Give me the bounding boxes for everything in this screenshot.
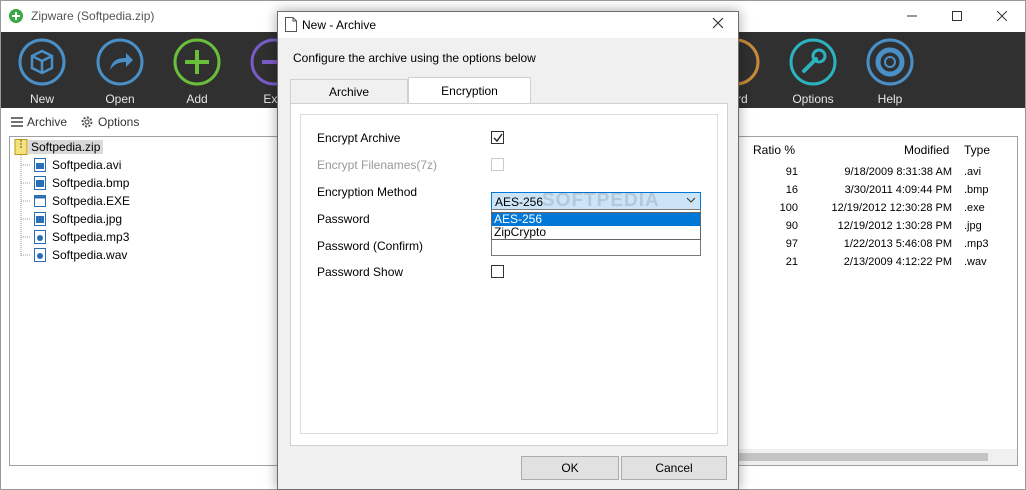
table-row[interactable]: 91 9/18/2009 8:31:38 AM .avi: [738, 164, 1018, 182]
watermark-text: SOFTPEDIA: [542, 190, 660, 211]
table-row[interactable]: 100 12/19/2012 12:30:28 PM .exe: [738, 200, 1018, 218]
password-label: Password: [317, 212, 370, 226]
wrench-icon: [789, 38, 837, 86]
options-menu[interactable]: Options: [80, 115, 139, 129]
close-icon[interactable]: [712, 17, 724, 29]
column-header-type[interactable]: Type: [964, 143, 990, 157]
tree-item[interactable]: Softpedia.EXE: [34, 192, 130, 210]
close-icon: [997, 11, 1007, 21]
table-row[interactable]: 97 1/22/2013 5:46:08 PM .mp3: [738, 236, 1018, 254]
table-row[interactable]: 16 3/30/2011 4:09:44 PM .bmp: [738, 182, 1018, 200]
dialog-title-bar: New - Archive: [278, 12, 738, 38]
cancel-button[interactable]: Cancel: [621, 456, 727, 480]
add-button[interactable]: Add: [167, 38, 227, 106]
encryption-method-dropdown: AES-256 ZipCrypto: [491, 212, 701, 240]
maximize-button[interactable]: [942, 5, 972, 27]
open-button[interactable]: Open: [90, 38, 150, 106]
audio-file-icon: [34, 248, 46, 262]
options-button[interactable]: Options: [783, 38, 843, 106]
maximize-icon: [952, 11, 962, 21]
password-confirm-label: Password (Confirm): [317, 239, 424, 253]
encrypt-filenames-checkbox[interactable]: [491, 158, 504, 171]
scrollbar-thumb[interactable]: [738, 453, 988, 461]
image-file-icon: [34, 176, 46, 190]
tree-item-root[interactable]: Softpedia.zip: [14, 138, 104, 156]
archive-menu[interactable]: Archive: [11, 115, 67, 129]
tab-encryption[interactable]: Encryption: [408, 77, 531, 104]
app-title: Zipware (Softpedia.zip): [31, 9, 155, 23]
archive-tree[interactable]: Softpedia.zip Softpedia.avi Softpedia.bm…: [9, 136, 279, 466]
gear-icon: [81, 116, 93, 128]
password-show-label: Password Show: [317, 265, 404, 279]
tab-archive[interactable]: Archive: [290, 79, 408, 104]
checkmark-icon: [493, 133, 503, 143]
minimize-button[interactable]: [897, 5, 927, 27]
dialog-description: Configure the archive using the options …: [293, 51, 536, 65]
minimize-icon: [907, 15, 917, 17]
dropdown-option-zipcrypto[interactable]: ZipCrypto: [492, 226, 700, 239]
app-icon: [9, 9, 23, 23]
encrypt-archive-checkbox[interactable]: [491, 131, 504, 144]
tree-item[interactable]: Softpedia.bmp: [34, 174, 129, 192]
table-row[interactable]: 21 2/13/2009 4:12:22 PM .wav: [738, 254, 1018, 272]
table-row[interactable]: 90 12/19/2012 1:30:28 PM .jpg: [738, 218, 1018, 236]
encryption-method-label: Encryption Method: [317, 185, 418, 199]
hamburger-icon: [11, 117, 23, 127]
tree-item[interactable]: Softpedia.mp3: [34, 228, 129, 246]
horizontal-scrollbar[interactable]: [738, 449, 1017, 465]
document-icon: [285, 17, 297, 32]
new-archive-dialog: New - Archive Configure the archive usin…: [277, 11, 739, 490]
file-list[interactable]: Ratio % Modified Type 91 9/18/2009 8:31:…: [738, 136, 1018, 466]
column-header-ratio[interactable]: Ratio %: [753, 143, 795, 157]
plus-icon: [173, 38, 221, 86]
lifebuoy-icon: [866, 38, 914, 86]
image-file-icon: [34, 212, 46, 226]
encryption-tab-panel: Encrypt Archive Encrypt Filenames(7z) En…: [290, 103, 728, 446]
encryption-group: Encrypt Archive Encrypt Filenames(7z) En…: [300, 114, 718, 434]
new-button[interactable]: New: [12, 38, 72, 106]
audio-file-icon: [34, 230, 46, 244]
encrypt-filenames-label: Encrypt Filenames(7z): [317, 158, 438, 172]
zip-file-icon: [14, 139, 28, 155]
help-button[interactable]: Help: [860, 38, 920, 106]
encrypt-archive-label: Encrypt Archive: [317, 131, 401, 145]
password-show-checkbox[interactable]: [491, 265, 504, 278]
share-arrow-icon: [96, 38, 144, 86]
video-file-icon: [34, 158, 46, 172]
tree-item[interactable]: Softpedia.avi: [34, 156, 121, 174]
chevron-down-icon: [686, 197, 696, 203]
ok-button[interactable]: OK: [521, 456, 619, 480]
dialog-title: New - Archive: [302, 18, 377, 32]
exe-file-icon: [34, 195, 46, 207]
tree-item[interactable]: Softpedia.jpg: [34, 210, 122, 228]
column-header-modified[interactable]: Modified: [904, 143, 949, 157]
close-button[interactable]: [987, 5, 1017, 27]
box-icon: [18, 38, 66, 86]
tree-item[interactable]: Softpedia.wav: [34, 246, 127, 264]
